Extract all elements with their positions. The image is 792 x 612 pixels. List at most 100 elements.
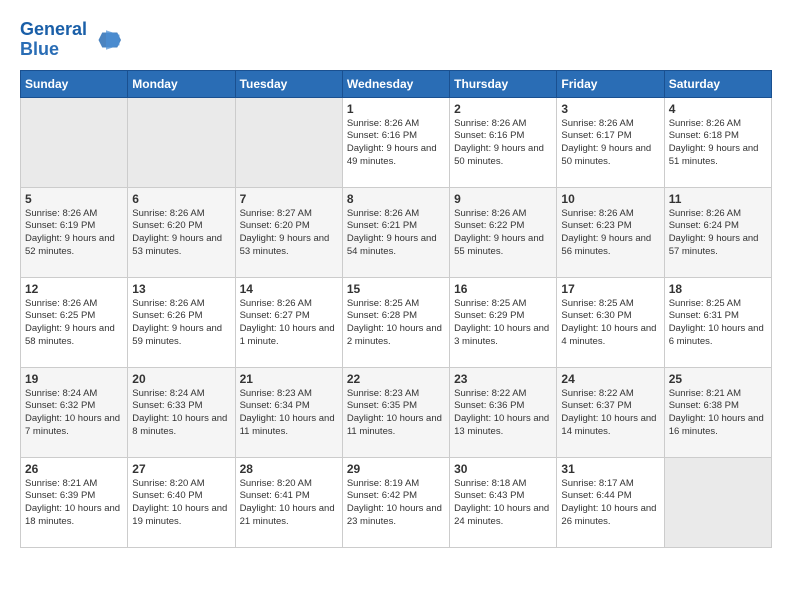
calendar-cell: 26 Sunrise: 8:21 AM Sunset: 6:39 PM Dayli… — [21, 457, 128, 547]
day-info: Sunrise: 8:26 AM Sunset: 6:20 PM Dayligh… — [132, 208, 230, 259]
day-number: 24 — [561, 372, 659, 386]
calendar-cell: 22 Sunrise: 8:23 AM Sunset: 6:35 PM Dayli… — [342, 367, 449, 457]
week-row-2: 5 Sunrise: 8:26 AM Sunset: 6:19 PM Daylig… — [21, 187, 772, 277]
calendar-cell: 4 Sunrise: 8:26 AM Sunset: 6:18 PM Daylig… — [664, 97, 771, 187]
day-info: Sunrise: 8:26 AM Sunset: 6:27 PM Dayligh… — [240, 298, 338, 349]
day-number: 26 — [25, 462, 123, 476]
day-number: 15 — [347, 282, 445, 296]
calendar-cell: 1 Sunrise: 8:26 AM Sunset: 6:16 PM Daylig… — [342, 97, 449, 187]
calendar-cell — [21, 97, 128, 187]
day-info: Sunrise: 8:25 AM Sunset: 6:28 PM Dayligh… — [347, 298, 445, 349]
day-info: Sunrise: 8:20 AM Sunset: 6:40 PM Dayligh… — [132, 478, 230, 529]
day-info: Sunrise: 8:19 AM Sunset: 6:42 PM Dayligh… — [347, 478, 445, 529]
day-info: Sunrise: 8:26 AM Sunset: 6:26 PM Dayligh… — [132, 298, 230, 349]
day-number: 27 — [132, 462, 230, 476]
calendar-cell — [664, 457, 771, 547]
day-info: Sunrise: 8:23 AM Sunset: 6:35 PM Dayligh… — [347, 388, 445, 439]
calendar-cell: 31 Sunrise: 8:17 AM Sunset: 6:44 PM Dayli… — [557, 457, 664, 547]
day-number: 28 — [240, 462, 338, 476]
calendar-cell: 23 Sunrise: 8:22 AM Sunset: 6:36 PM Dayli… — [450, 367, 557, 457]
header-thursday: Thursday — [450, 70, 557, 97]
day-number: 4 — [669, 102, 767, 116]
calendar-cell: 24 Sunrise: 8:22 AM Sunset: 6:37 PM Dayli… — [557, 367, 664, 457]
calendar-cell: 7Sunrise: 8:27 AM Sunset: 6:20 PM Daylig… — [235, 187, 342, 277]
day-number: 17 — [561, 282, 659, 296]
day-info: Sunrise: 8:26 AM Sunset: 6:21 PM Dayligh… — [347, 208, 445, 259]
calendar-cell: 17 Sunrise: 8:25 AM Sunset: 6:30 PM Dayli… — [557, 277, 664, 367]
day-info: Sunrise: 8:24 AM Sunset: 6:32 PM Dayligh… — [25, 388, 123, 439]
calendar-cell: 13 Sunrise: 8:26 AM Sunset: 6:26 PM Dayli… — [128, 277, 235, 367]
calendar-cell: 16 Sunrise: 8:25 AM Sunset: 6:29 PM Dayli… — [450, 277, 557, 367]
calendar-cell — [128, 97, 235, 187]
logo-line2: Blue — [20, 40, 87, 60]
day-number: 1 — [347, 102, 445, 116]
day-number: 16 — [454, 282, 552, 296]
logo-line1: General — [20, 20, 87, 40]
calendar-cell: 20 Sunrise: 8:24 AM Sunset: 6:33 PM Dayli… — [128, 367, 235, 457]
logo-icon — [91, 25, 121, 55]
day-number: 21 — [240, 372, 338, 386]
day-info: Sunrise: 8:26 AM Sunset: 6:25 PM Dayligh… — [25, 298, 123, 349]
day-number: 8 — [347, 192, 445, 206]
day-info: Sunrise: 8:24 AM Sunset: 6:33 PM Dayligh… — [132, 388, 230, 439]
calendar-cell: 18Sunrise: 8:25 AM Sunset: 6:31 PM Dayli… — [664, 277, 771, 367]
day-info: Sunrise: 8:26 AM Sunset: 6:16 PM Dayligh… — [454, 118, 552, 169]
day-info: Sunrise: 8:25 AM Sunset: 6:30 PM Dayligh… — [561, 298, 659, 349]
day-info: Sunrise: 8:26 AM Sunset: 6:19 PM Dayligh… — [25, 208, 123, 259]
header-wednesday: Wednesday — [342, 70, 449, 97]
day-number: 13 — [132, 282, 230, 296]
day-info: Sunrise: 8:17 AM Sunset: 6:44 PM Dayligh… — [561, 478, 659, 529]
header-friday: Friday — [557, 70, 664, 97]
day-number: 6 — [132, 192, 230, 206]
day-number: 29 — [347, 462, 445, 476]
calendar-cell: 29 Sunrise: 8:19 AM Sunset: 6:42 PM Dayli… — [342, 457, 449, 547]
calendar-cell: 19 Sunrise: 8:24 AM Sunset: 6:32 PM Dayli… — [21, 367, 128, 457]
week-row-4: 19 Sunrise: 8:24 AM Sunset: 6:32 PM Dayli… — [21, 367, 772, 457]
header-tuesday: Tuesday — [235, 70, 342, 97]
day-number: 3 — [561, 102, 659, 116]
day-number: 12 — [25, 282, 123, 296]
day-number: 23 — [454, 372, 552, 386]
calendar-cell: 30Sunrise: 8:18 AM Sunset: 6:43 PM Dayli… — [450, 457, 557, 547]
calendar-cell: 2 Sunrise: 8:26 AM Sunset: 6:16 PM Daylig… — [450, 97, 557, 187]
day-info: Sunrise: 8:22 AM Sunset: 6:37 PM Dayligh… — [561, 388, 659, 439]
calendar-cell: 3Sunrise: 8:26 AM Sunset: 6:17 PM Daylig… — [557, 97, 664, 187]
calendar-cell: 25 Sunrise: 8:21 AM Sunset: 6:38 PM Dayli… — [664, 367, 771, 457]
day-info: Sunrise: 8:25 AM Sunset: 6:29 PM Dayligh… — [454, 298, 552, 349]
day-number: 22 — [347, 372, 445, 386]
day-number: 5 — [25, 192, 123, 206]
day-info: Sunrise: 8:26 AM Sunset: 6:24 PM Dayligh… — [669, 208, 767, 259]
header-row: SundayMondayTuesdayWednesdayThursdayFrid… — [21, 70, 772, 97]
day-info: Sunrise: 8:23 AM Sunset: 6:34 PM Dayligh… — [240, 388, 338, 439]
calendar-cell: 10Sunrise: 8:26 AM Sunset: 6:23 PM Dayli… — [557, 187, 664, 277]
day-number: 31 — [561, 462, 659, 476]
day-number: 2 — [454, 102, 552, 116]
page-header: General Blue — [20, 20, 772, 60]
calendar-cell: 6 Sunrise: 8:26 AM Sunset: 6:20 PM Daylig… — [128, 187, 235, 277]
day-number: 19 — [25, 372, 123, 386]
day-number: 20 — [132, 372, 230, 386]
header-monday: Monday — [128, 70, 235, 97]
day-number: 25 — [669, 372, 767, 386]
day-info: Sunrise: 8:25 AM Sunset: 6:31 PM Dayligh… — [669, 298, 767, 349]
day-number: 9 — [454, 192, 552, 206]
day-info: Sunrise: 8:26 AM Sunset: 6:16 PM Dayligh… — [347, 118, 445, 169]
day-info: Sunrise: 8:22 AM Sunset: 6:36 PM Dayligh… — [454, 388, 552, 439]
calendar-cell: 21 Sunrise: 8:23 AM Sunset: 6:34 PM Dayli… — [235, 367, 342, 457]
calendar-cell: 8 Sunrise: 8:26 AM Sunset: 6:21 PM Daylig… — [342, 187, 449, 277]
logo: General Blue — [20, 20, 121, 60]
day-number: 11 — [669, 192, 767, 206]
calendar-cell: 11 Sunrise: 8:26 AM Sunset: 6:24 PM Dayli… — [664, 187, 771, 277]
day-info: Sunrise: 8:21 AM Sunset: 6:39 PM Dayligh… — [25, 478, 123, 529]
calendar-cell: 27 Sunrise: 8:20 AM Sunset: 6:40 PM Dayli… — [128, 457, 235, 547]
week-row-5: 26 Sunrise: 8:21 AM Sunset: 6:39 PM Dayli… — [21, 457, 772, 547]
calendar-table: SundayMondayTuesdayWednesdayThursdayFrid… — [20, 70, 772, 548]
header-saturday: Saturday — [664, 70, 771, 97]
day-info: Sunrise: 8:26 AM Sunset: 6:18 PM Dayligh… — [669, 118, 767, 169]
week-row-1: 1 Sunrise: 8:26 AM Sunset: 6:16 PM Daylig… — [21, 97, 772, 187]
week-row-3: 12 Sunrise: 8:26 AM Sunset: 6:25 PM Dayli… — [21, 277, 772, 367]
day-info: Sunrise: 8:18 AM Sunset: 6:43 PM Dayligh… — [454, 478, 552, 529]
day-number: 14 — [240, 282, 338, 296]
day-info: Sunrise: 8:21 AM Sunset: 6:38 PM Dayligh… — [669, 388, 767, 439]
calendar-cell: 5 Sunrise: 8:26 AM Sunset: 6:19 PM Daylig… — [21, 187, 128, 277]
